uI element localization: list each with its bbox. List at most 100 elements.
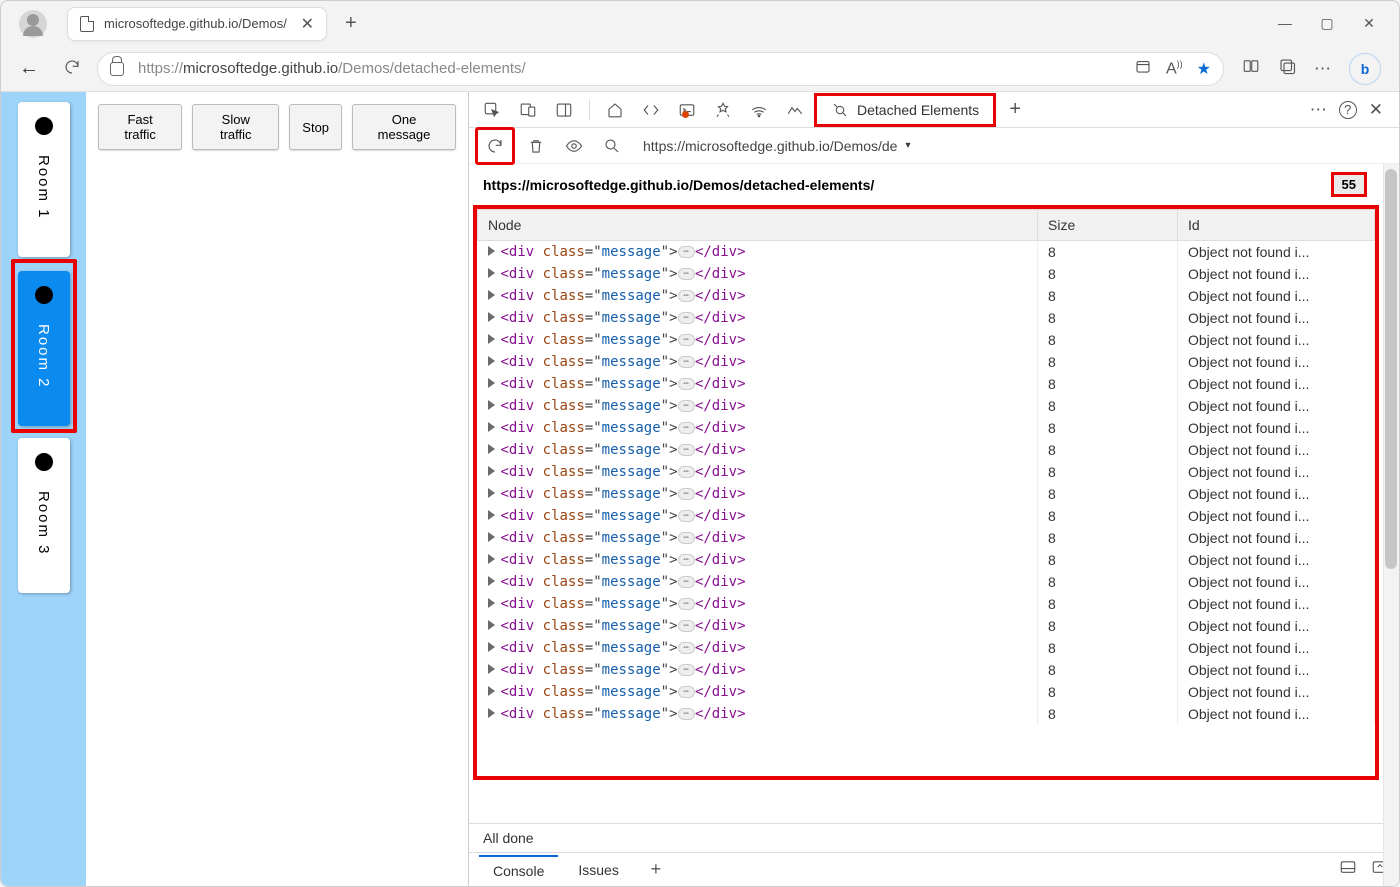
node-cell: <div class="message">⋯</div> — [478, 329, 1038, 351]
reload-button[interactable] — [57, 58, 87, 79]
node-cell: <div class="message">⋯</div> — [478, 703, 1038, 725]
table-row[interactable]: <div class="message">⋯</div>8Object not … — [478, 329, 1375, 351]
id-cell: Object not found i... — [1178, 329, 1375, 351]
id-cell: Object not found i... — [1178, 571, 1375, 593]
table-row[interactable]: <div class="message">⋯</div>8Object not … — [478, 263, 1375, 285]
size-cell: 8 — [1038, 483, 1178, 505]
refresh-detached-button[interactable] — [475, 127, 515, 165]
table-row[interactable]: <div class="message">⋯</div>8Object not … — [478, 703, 1375, 725]
node-cell: <div class="message">⋯</div> — [478, 505, 1038, 527]
table-row[interactable]: <div class="message">⋯</div>8Object not … — [478, 549, 1375, 571]
drawer-tab-issues[interactable]: Issues — [564, 856, 632, 884]
content-area: Room 1 Room 2 Room 3 Fast trafficSlow traf… — [1, 91, 1399, 886]
col-id[interactable]: Id — [1178, 210, 1375, 241]
back-button[interactable]: ← — [11, 57, 47, 80]
window-controls: — ▢ ✕ — [1278, 15, 1391, 32]
drawer-more-tabs-icon[interactable]: + — [639, 855, 673, 885]
table-row[interactable]: <div class="message">⋯</div>8Object not … — [478, 505, 1375, 527]
table-row[interactable]: <div class="message">⋯</div>8Object not … — [478, 351, 1375, 373]
elements-tab-icon[interactable] — [634, 95, 668, 125]
url-text: https://microsoftedge.github.io/Demos/de… — [138, 60, 1134, 77]
table-row[interactable]: <div class="message">⋯</div>8Object not … — [478, 417, 1375, 439]
room-tab[interactable]: Room 1 — [18, 102, 70, 257]
close-tab-icon[interactable]: ✕ — [301, 14, 314, 34]
origin-dropdown[interactable]: https://microsoftedge.github.io/Demos/de — [643, 138, 911, 154]
console-tab-icon[interactable] — [670, 95, 704, 125]
id-cell: Object not found i... — [1178, 241, 1375, 264]
inspect-element-icon[interactable] — [475, 95, 509, 125]
eye-icon[interactable] — [557, 131, 591, 161]
titlebar: microsoftedge.github.io/Demos/ ✕ + — ▢ ✕ — [1, 1, 1399, 46]
col-size[interactable]: Size — [1038, 210, 1178, 241]
address-bar-icons: A)) ★ — [1134, 57, 1211, 80]
table-row[interactable]: <div class="message">⋯</div>8Object not … — [478, 593, 1375, 615]
new-tab-button[interactable]: + — [345, 12, 357, 35]
node-cell: <div class="message">⋯</div> — [478, 681, 1038, 703]
vertical-scrollbar[interactable] — [1383, 164, 1399, 886]
address-bar[interactable]: https://microsoftedge.github.io/Demos/de… — [97, 52, 1224, 86]
collections-icon[interactable] — [1278, 57, 1296, 80]
node-cell: <div class="message">⋯</div> — [478, 439, 1038, 461]
more-options-icon[interactable]: ⋯ — [1310, 100, 1327, 120]
dock-side-icon[interactable] — [547, 95, 581, 125]
id-cell: Object not found i... — [1178, 417, 1375, 439]
table-row[interactable]: <div class="message">⋯</div>8Object not … — [478, 637, 1375, 659]
search-icon[interactable] — [595, 131, 629, 161]
browser-tab[interactable]: microsoftedge.github.io/Demos/ ✕ — [67, 7, 327, 41]
toolbar-right-icons: ⋯ b — [1234, 53, 1389, 85]
welcome-tab-icon[interactable] — [598, 95, 632, 125]
room-tab[interactable]: Room 3 — [18, 438, 70, 593]
table-row[interactable]: <div class="message">⋯</div>8Object not … — [478, 395, 1375, 417]
table-row[interactable]: <div class="message">⋯</div>8Object not … — [478, 373, 1375, 395]
room-tab[interactable]: Room 2 — [18, 271, 70, 426]
node-cell: <div class="message">⋯</div> — [478, 527, 1038, 549]
one-message-button[interactable]: One message — [352, 104, 456, 150]
size-cell: 8 — [1038, 527, 1178, 549]
fast-traffic-button[interactable]: Fast traffic — [98, 104, 182, 150]
table-row[interactable]: <div class="message">⋯</div>8Object not … — [478, 659, 1375, 681]
table-row[interactable]: <div class="message">⋯</div>8Object not … — [478, 241, 1375, 264]
node-cell: <div class="message">⋯</div> — [478, 571, 1038, 593]
table-row[interactable]: <div class="message">⋯</div>8Object not … — [478, 461, 1375, 483]
slow-traffic-button[interactable]: Slow traffic — [192, 104, 279, 150]
maximize-button[interactable]: ▢ — [1320, 15, 1334, 32]
favorite-star-icon[interactable]: ★ — [1197, 59, 1211, 79]
drawer-dock-icon[interactable] — [1339, 858, 1357, 881]
table-row[interactable]: <div class="message">⋯</div>8Object not … — [478, 285, 1375, 307]
room-label: Room 2 — [35, 324, 52, 389]
app-icon[interactable] — [1134, 57, 1152, 80]
device-emulation-icon[interactable] — [511, 95, 545, 125]
id-cell: Object not found i... — [1178, 483, 1375, 505]
id-cell: Object not found i... — [1178, 307, 1375, 329]
close-devtools-icon[interactable]: ✕ — [1369, 100, 1383, 120]
detached-elements-tab[interactable]: Detached Elements — [814, 93, 996, 127]
table-row[interactable]: <div class="message">⋯</div>8Object not … — [478, 571, 1375, 593]
profile-avatar-icon[interactable] — [19, 10, 47, 38]
col-node[interactable]: Node — [478, 210, 1038, 241]
read-aloud-icon[interactable]: A)) — [1166, 59, 1183, 78]
size-cell: 8 — [1038, 263, 1178, 285]
help-icon[interactable]: ? — [1339, 101, 1357, 119]
split-screen-icon[interactable] — [1242, 57, 1260, 80]
more-tabs-icon[interactable]: + — [998, 95, 1032, 125]
minimize-button[interactable]: — — [1278, 15, 1292, 32]
network-tab-icon[interactable] — [742, 95, 776, 125]
table-row[interactable]: <div class="message">⋯</div>8Object not … — [478, 527, 1375, 549]
bing-chat-icon[interactable]: b — [1349, 53, 1381, 85]
devtools-drawer: Console Issues + — [469, 852, 1399, 886]
close-window-button[interactable]: ✕ — [1362, 15, 1376, 32]
stop-button[interactable]: Stop — [289, 104, 342, 150]
drawer-tab-console[interactable]: Console — [479, 855, 558, 885]
more-icon[interactable]: ⋯ — [1314, 59, 1331, 79]
table-row[interactable]: <div class="message">⋯</div>8Object not … — [478, 439, 1375, 461]
table-row[interactable]: <div class="message">⋯</div>8Object not … — [478, 483, 1375, 505]
sources-tab-icon[interactable] — [706, 95, 740, 125]
app-panel: Room 1 Room 2 Room 3 Fast trafficSlow traf… — [1, 92, 469, 886]
performance-tab-icon[interactable] — [778, 95, 812, 125]
size-cell: 8 — [1038, 373, 1178, 395]
gc-trash-icon[interactable] — [519, 131, 553, 161]
table-row[interactable]: <div class="message">⋯</div>8Object not … — [478, 615, 1375, 637]
url-path: /Demos/detached-elements/ — [338, 60, 526, 77]
table-row[interactable]: <div class="message">⋯</div>8Object not … — [478, 681, 1375, 703]
table-row[interactable]: <div class="message">⋯</div>8Object not … — [478, 307, 1375, 329]
